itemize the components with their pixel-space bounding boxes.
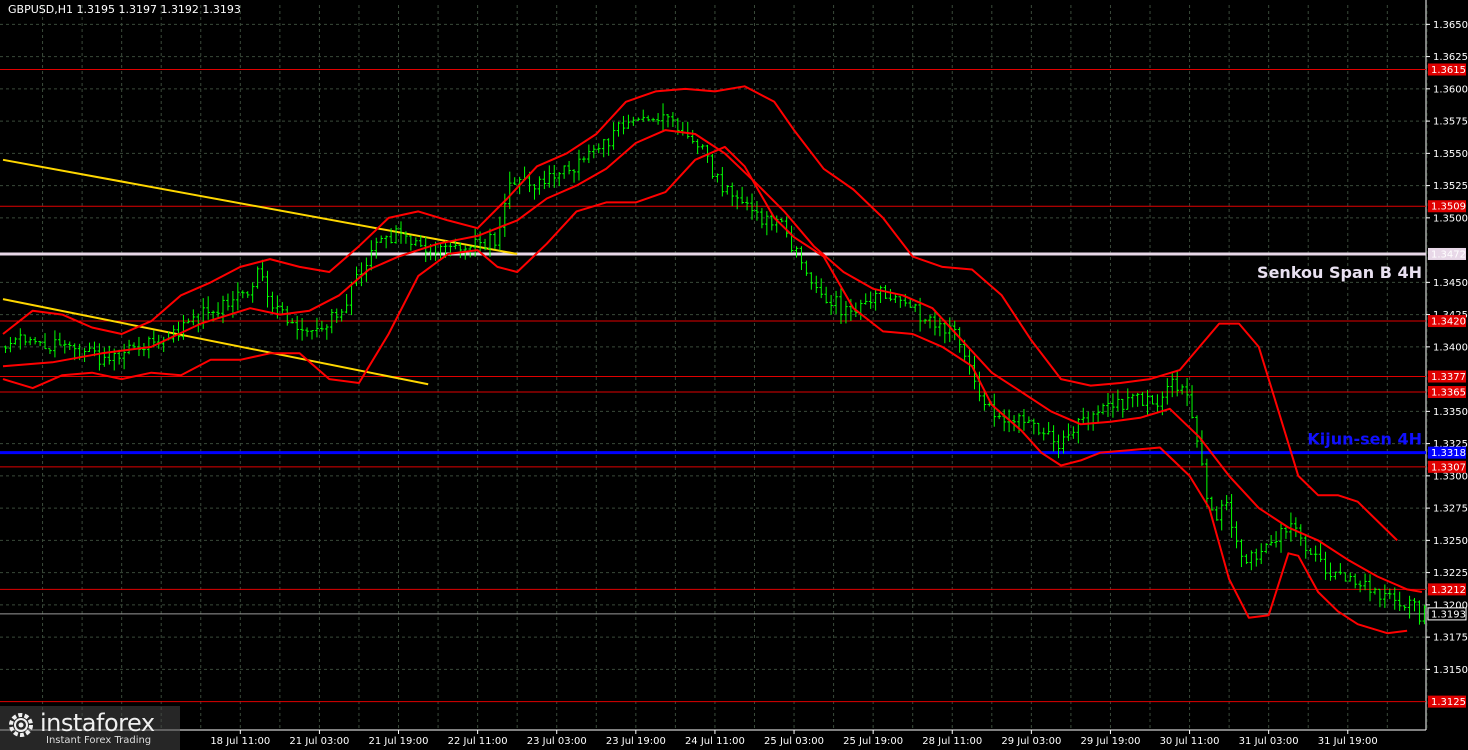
x-tick-label: 23 Jul 03:00 bbox=[527, 736, 587, 747]
x-tick-label: 21 Jul 19:00 bbox=[369, 736, 429, 747]
y-tick-label: 1.3150 bbox=[1433, 665, 1468, 676]
x-tick-label: 29 Jul 03:00 bbox=[1001, 736, 1061, 747]
y-tick-label: 1.3350 bbox=[1433, 407, 1468, 418]
level-price-label: 1.3509 bbox=[1431, 202, 1466, 213]
level-price-label: 1.3318 bbox=[1431, 448, 1466, 459]
y-tick-label: 1.3400 bbox=[1433, 342, 1468, 353]
kijun-sen-label: Kijun-sen 4H bbox=[1307, 430, 1422, 449]
level-price-label: 1.3365 bbox=[1431, 388, 1466, 399]
instaforex-logo: instaforex Instant Forex Trading bbox=[0, 706, 180, 750]
x-tick-label: 31 Jul 19:00 bbox=[1318, 736, 1378, 747]
senkou-span-label: Senkou Span B 4H bbox=[1257, 263, 1422, 282]
y-tick-label: 1.3575 bbox=[1433, 117, 1468, 128]
x-tick-label: 30 Jul 11:00 bbox=[1160, 736, 1220, 747]
logo-tagline: Instant Forex Trading bbox=[46, 735, 152, 746]
x-tick-label: 21 Jul 03:00 bbox=[289, 736, 349, 747]
y-tick-label: 1.3175 bbox=[1433, 633, 1468, 644]
y-tick-label: 1.3500 bbox=[1433, 213, 1468, 224]
x-tick-label: 22 Jul 11:00 bbox=[448, 736, 508, 747]
symbol-header: GBPUSD,H1 1.3195 1.3197 1.3192 1.3193 bbox=[8, 3, 241, 16]
level-price-label: 1.3193 bbox=[1431, 609, 1466, 620]
y-tick-label: 1.3450 bbox=[1433, 278, 1468, 289]
level-price-label: 1.3212 bbox=[1431, 585, 1466, 596]
x-tick-label: 29 Jul 19:00 bbox=[1080, 736, 1140, 747]
x-tick-label: 23 Jul 19:00 bbox=[606, 736, 666, 747]
x-tick-label: 18 Jul 11:00 bbox=[210, 736, 270, 747]
x-tick-label: 25 Jul 19:00 bbox=[843, 736, 903, 747]
y-tick-label: 1.3600 bbox=[1433, 84, 1468, 95]
level-price-label: 1.3125 bbox=[1431, 697, 1466, 708]
level-price-label: 1.3472 bbox=[1431, 249, 1466, 260]
y-tick-label: 1.3225 bbox=[1433, 568, 1468, 579]
level-price-label: 1.3377 bbox=[1431, 372, 1466, 383]
y-tick-label: 1.3625 bbox=[1433, 52, 1468, 63]
price-chart[interactable]: 1.3650 1.3625 1.3600 1.3575 1.3550 1.3525 1.35… bbox=[0, 0, 1468, 750]
y-tick-label: 1.3650 bbox=[1433, 20, 1468, 31]
x-tick-label: 28 Jul 11:00 bbox=[922, 736, 982, 747]
y-tick-label: 1.3525 bbox=[1433, 181, 1468, 192]
gear-logo-icon bbox=[9, 713, 33, 737]
level-price-label: 1.3615 bbox=[1431, 65, 1466, 76]
level-price-label: 1.3307 bbox=[1431, 462, 1466, 473]
y-tick-label: 1.3250 bbox=[1433, 536, 1468, 547]
logo-brand: instaforex bbox=[40, 709, 155, 737]
x-tick-label: 31 Jul 03:00 bbox=[1239, 736, 1299, 747]
x-tick-label: 25 Jul 03:00 bbox=[764, 736, 824, 747]
x-tick-label: 24 Jul 11:00 bbox=[685, 736, 745, 747]
y-tick-label: 1.3550 bbox=[1433, 149, 1468, 160]
y-tick-label: 1.3275 bbox=[1433, 504, 1468, 515]
level-price-label: 1.3420 bbox=[1431, 317, 1466, 328]
